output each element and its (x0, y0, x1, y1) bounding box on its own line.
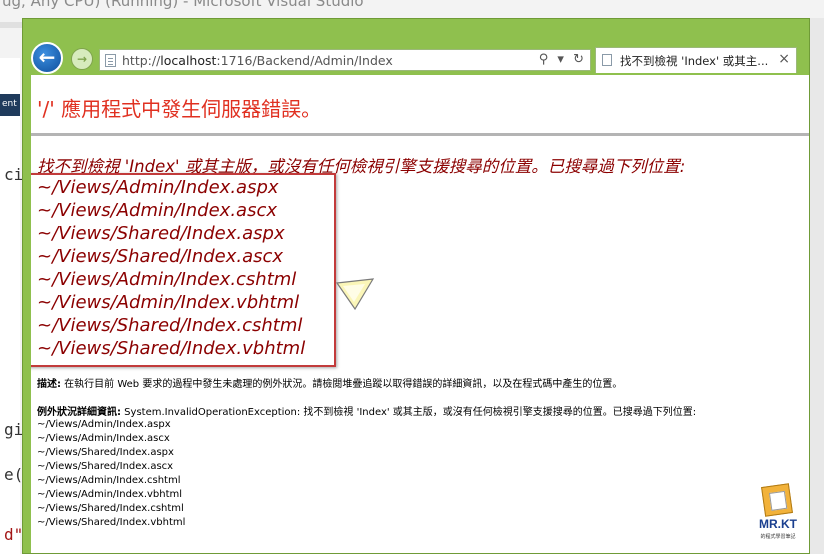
highlight-box (31, 173, 336, 367)
vs-code-fragment: e( (4, 465, 24, 484)
watermark-subtitle: 的程式學習筆記 (760, 534, 796, 540)
pointer-arrow-icon (335, 278, 375, 311)
back-button[interactable]: ← (31, 42, 63, 74)
browser-window: ← → http://localhost:1716/Backend/Admin/… (22, 18, 810, 554)
url-text[interactable]: http://localhost:1716/Backend/Admin/Inde… (122, 53, 393, 68)
tab-title: 找不到檢視 'Index' 或其主... (620, 54, 769, 68)
page-icon (105, 54, 116, 67)
browser-nav-bar: ← → http://localhost:1716/Backend/Admin/… (23, 19, 809, 74)
vs-code-fragment: gi (4, 420, 24, 439)
vs-code-fragment: ci (4, 165, 24, 184)
watermark-brand: MR.KT (759, 517, 797, 531)
description-text: 描述: 在執行目前 Web 要求的過程中發生未處理的例外狀況。請檢閱堆疊追蹤以取… (37, 379, 623, 390)
page-title: '/' 應用程式中發生伺服器錯誤。 (37, 97, 322, 121)
page-icon (602, 54, 612, 66)
list-item: ~/Views/Shared/Index.cshtml (37, 503, 184, 514)
list-item: ~/Views/Shared/Index.aspx (37, 447, 174, 458)
address-bar[interactable]: http://localhost:1716/Backend/Admin/Inde… (99, 49, 591, 71)
search-icon[interactable]: ⚲ (539, 52, 549, 67)
page-content: '/' 應用程式中發生伺服器錯誤。 找不到檢視 'Index' 或其主版，或沒有… (31, 75, 809, 553)
vs-window-title: ug, Any CPU) (Running) - Microsoft Visua… (2, 0, 364, 10)
list-item: ~/Views/Admin/Index.ascx (37, 433, 170, 444)
forward-button[interactable]: → (71, 48, 93, 70)
list-item: ~/Views/Shared/Index.vbhtml (37, 517, 186, 528)
chevron-down-icon[interactable]: ▾ (557, 52, 564, 67)
vs-solution-tab[interactable]: ent (0, 94, 20, 116)
list-item: ~/Views/Shared/Index.ascx (37, 461, 174, 472)
list-item: ~/Views/Admin/Index.vbhtml (37, 489, 183, 500)
notebook-icon (761, 483, 793, 517)
exception-locations-list: ~/Views/Admin/Index.aspx ~/Views/Admin/I… (37, 418, 185, 530)
vs-code-fragment: d" (4, 525, 24, 544)
vs-right-panel (810, 18, 824, 554)
refresh-icon[interactable]: ↻ (573, 52, 584, 67)
browser-tab[interactable]: 找不到檢視 'Index' 或其主... × (595, 47, 797, 73)
list-item: ~/Views/Admin/Index.aspx (37, 419, 171, 430)
exception-details: 例外狀況詳細資訊: System.InvalidOperationExcepti… (37, 407, 697, 418)
divider (31, 133, 809, 136)
close-icon[interactable]: × (778, 51, 790, 67)
list-item: ~/Views/Admin/Index.cshtml (37, 475, 181, 486)
watermark-logo: MR.KT 的程式學習筆記 (753, 483, 803, 547)
